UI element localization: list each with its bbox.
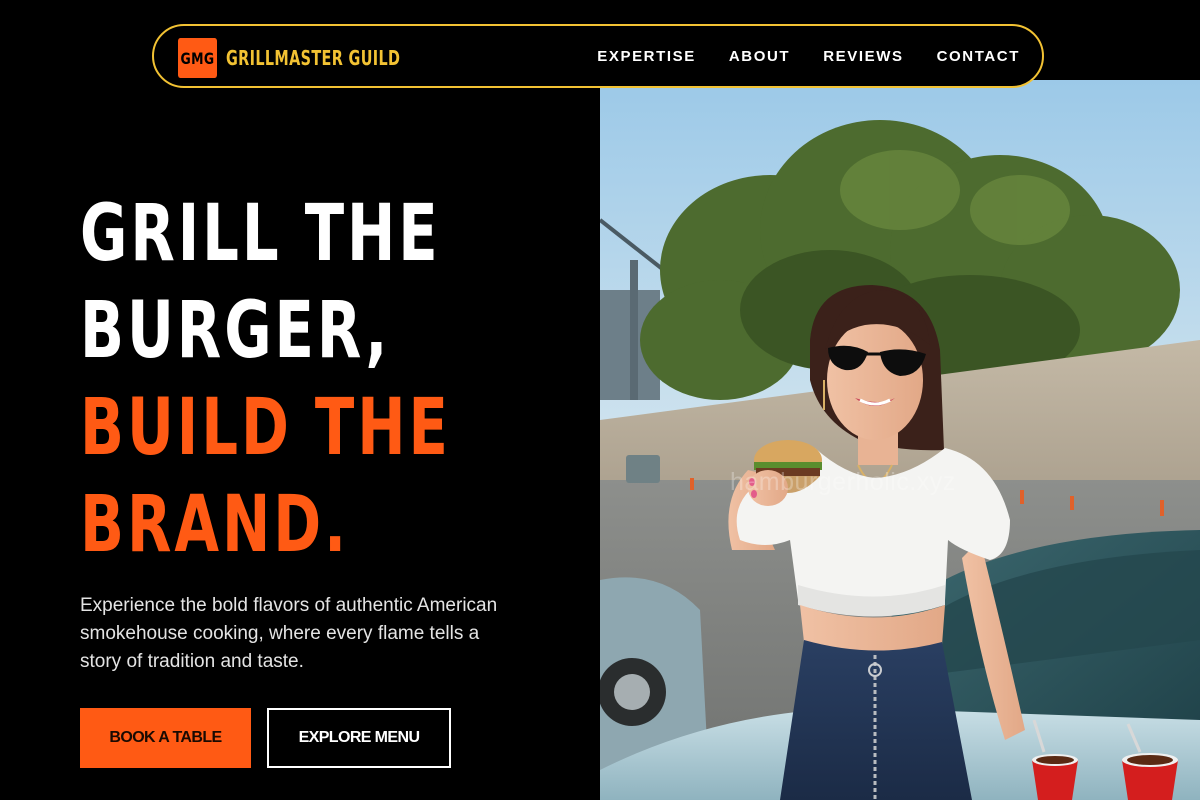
brand-logo[interactable]: GMG GRILLMASTER GUILD — [178, 38, 468, 78]
image-watermark: hamburgerholic.xyz — [730, 468, 956, 496]
headline-line-1: GRILL THE — [80, 189, 441, 279]
landing-page: GMG GRILLMASTER GUILD EXPERTISE ABOUT RE… — [0, 0, 1200, 800]
nav-link-about[interactable]: ABOUT — [729, 48, 790, 65]
top-navbar: GMG GRILLMASTER GUILD EXPERTISE ABOUT RE… — [152, 24, 1044, 88]
headline-line-2: BURGER, — [80, 286, 391, 376]
nav-link-contact[interactable]: CONTACT — [937, 48, 1020, 65]
hero-photo-illustration — [600, 80, 1200, 800]
headline-line-4: BRAND. — [80, 480, 350, 570]
logo-mark-text: GMG — [180, 48, 215, 68]
hero-headline: GRILL THE BURGER, BUILD THE BRAND. — [80, 186, 451, 574]
book-table-button[interactable]: BOOK A TABLE — [80, 708, 251, 768]
hero-photo: hamburgerholic.xyz — [600, 80, 1200, 800]
brand-name: GRILLMASTER GUILD — [226, 46, 401, 70]
explore-menu-button[interactable]: EXPLORE MENU — [267, 708, 451, 768]
nav-link-reviews[interactable]: REVIEWS — [823, 48, 903, 65]
nav-links: EXPERTISE ABOUT REVIEWS CONTACT — [597, 26, 1020, 86]
logo-mark: GMG — [178, 38, 217, 78]
headline-line-3: BUILD THE — [80, 383, 451, 473]
nav-link-expertise[interactable]: EXPERTISE — [597, 48, 696, 65]
hero-description: Experience the bold flavors of authentic… — [80, 595, 498, 672]
